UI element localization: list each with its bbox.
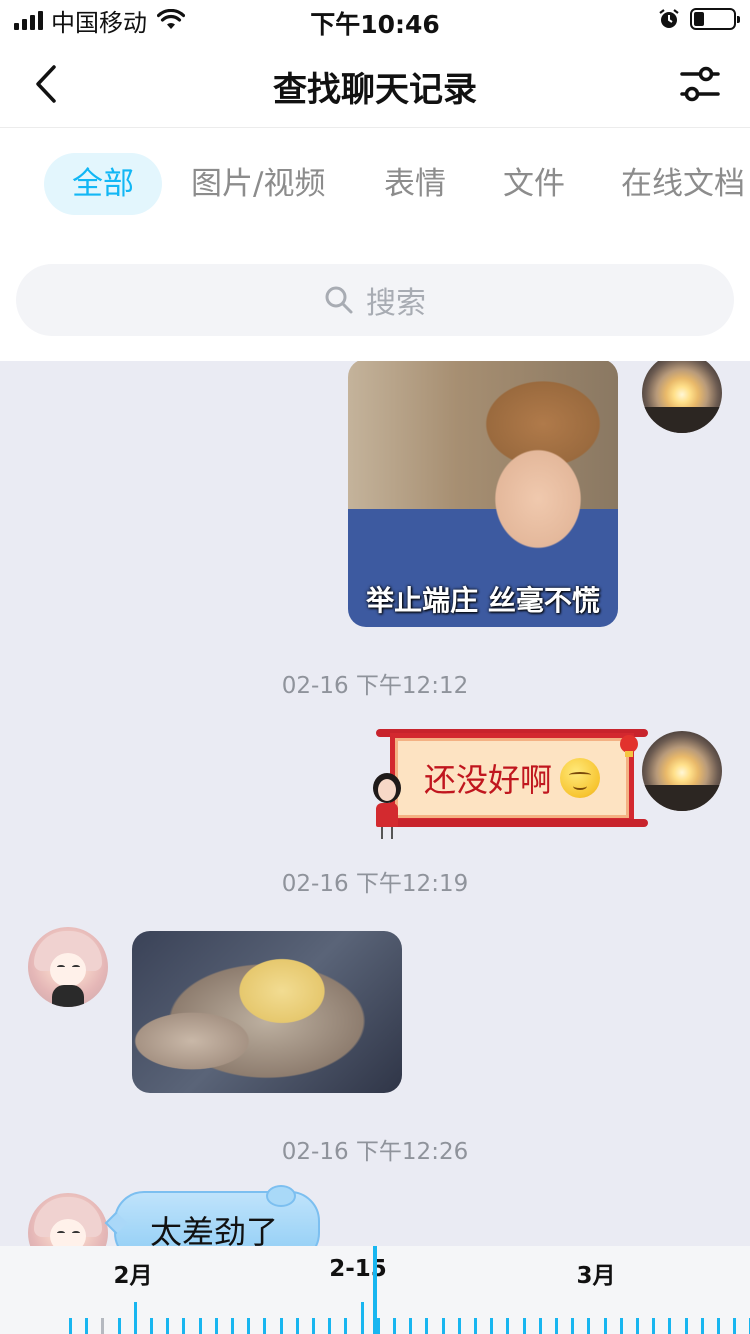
message-text: 太差劲了 bbox=[150, 1213, 279, 1246]
status-time: 下午10:46 bbox=[310, 10, 440, 39]
timeline-tick bbox=[604, 1318, 607, 1334]
alarm-icon bbox=[659, 9, 679, 28]
status-right bbox=[658, 8, 740, 30]
timeline-tick bbox=[231, 1318, 234, 1334]
avatar-self[interactable] bbox=[642, 361, 722, 433]
page-title: 查找聊天记录 bbox=[273, 70, 477, 110]
lantern-icon bbox=[620, 735, 638, 757]
timeline-tick bbox=[636, 1318, 639, 1334]
timeline-tick bbox=[296, 1318, 299, 1334]
timeline-label-feb: 2月 bbox=[113, 1263, 153, 1289]
bubble-ear-decoration bbox=[266, 1185, 296, 1207]
text-message-blue-bubble[interactable]: 太差劲了 bbox=[104, 1185, 320, 1246]
smile-emoji-icon bbox=[560, 758, 600, 798]
timeline-label-current: 2-15 bbox=[329, 1256, 387, 1282]
timeline-tick bbox=[474, 1318, 477, 1334]
timeline-tick bbox=[701, 1318, 704, 1334]
timeline-tick bbox=[247, 1318, 250, 1334]
timeline-tick bbox=[280, 1318, 283, 1334]
image-message-food[interactable] bbox=[132, 931, 402, 1093]
timeline-tick bbox=[199, 1318, 202, 1334]
text-message-scroll-bubble[interactable]: 还没好啊 bbox=[376, 729, 648, 827]
timeline-tick bbox=[555, 1318, 558, 1334]
avatar-contact[interactable] bbox=[28, 927, 108, 1007]
tab-images-videos[interactable]: 图片/视频 bbox=[191, 153, 325, 215]
timestamp: 02-16 下午12:19 bbox=[281, 871, 469, 897]
timeline-tick bbox=[166, 1318, 169, 1334]
filter-settings-icon[interactable] bbox=[674, 62, 726, 106]
avatar-contact[interactable] bbox=[28, 1193, 108, 1246]
timeline-tick bbox=[490, 1318, 493, 1334]
search-section: 搜索 bbox=[0, 239, 750, 361]
image-caption: 举止端庄 丝毫不慌 bbox=[366, 584, 600, 617]
search-icon bbox=[325, 286, 353, 314]
timeline-tick bbox=[328, 1318, 331, 1334]
scroll-paper: 还没好啊 bbox=[390, 733, 634, 823]
category-tabs: 全部 图片/视频 表情 文件 在线文档 bbox=[0, 129, 750, 239]
timeline-tick bbox=[571, 1318, 574, 1334]
timeline-tick bbox=[733, 1318, 736, 1334]
timeline-tick bbox=[652, 1318, 655, 1334]
battery-icon bbox=[690, 8, 740, 30]
tab-files[interactable]: 文件 bbox=[503, 153, 565, 215]
image-message-kid[interactable]: 举止端庄 丝毫不慌 bbox=[348, 361, 618, 627]
timeline-tick bbox=[409, 1318, 412, 1334]
timestamp: 02-16 下午12:12 bbox=[281, 673, 469, 699]
timeline-tick bbox=[539, 1318, 542, 1334]
timeline-tick bbox=[215, 1318, 218, 1334]
timeline-tick bbox=[182, 1318, 185, 1334]
battery-fill bbox=[694, 12, 704, 26]
timeline-tick bbox=[458, 1318, 461, 1334]
timeline-tick bbox=[150, 1318, 153, 1334]
search-input[interactable]: 搜索 bbox=[16, 264, 734, 336]
scroll-rod-bottom bbox=[376, 819, 648, 827]
search-placeholder: 搜索 bbox=[366, 286, 426, 321]
nav-bar: 查找聊天记录 bbox=[0, 40, 750, 128]
timeline-label-mar: 3月 bbox=[576, 1263, 616, 1289]
timeline-tick bbox=[263, 1318, 266, 1334]
timeline-tick bbox=[685, 1318, 688, 1334]
timeline-tick bbox=[506, 1318, 509, 1334]
timeline-tick bbox=[69, 1318, 72, 1334]
girl-sticker-icon bbox=[370, 773, 404, 839]
timeline-tick bbox=[361, 1302, 364, 1334]
timeline-tick bbox=[717, 1318, 720, 1334]
tab-all[interactable]: 全部 bbox=[44, 153, 162, 215]
timeline-tick bbox=[442, 1318, 445, 1334]
tab-online-docs[interactable]: 在线文档 bbox=[621, 153, 745, 215]
tab-stickers[interactable]: 表情 bbox=[384, 153, 446, 215]
timeline-tick bbox=[523, 1318, 526, 1334]
timeline-tick bbox=[587, 1318, 590, 1334]
bubble-tail bbox=[104, 1211, 128, 1235]
timeline-tick bbox=[620, 1318, 623, 1334]
timeline-tick bbox=[312, 1318, 315, 1334]
timeline-tick bbox=[377, 1318, 380, 1334]
timeline-tick bbox=[393, 1318, 396, 1334]
avatar-self[interactable] bbox=[642, 731, 722, 811]
timeline-tick bbox=[134, 1302, 137, 1334]
timeline-tick bbox=[118, 1318, 121, 1334]
timeline-tick bbox=[344, 1318, 347, 1334]
date-timeline-scrubber[interactable]: 2月 2-15 3月 bbox=[0, 1246, 750, 1334]
timeline-tick bbox=[85, 1318, 88, 1334]
message-text: 还没好啊 bbox=[423, 761, 552, 799]
status-bar: 中国移动 下午10:46 bbox=[0, 0, 750, 40]
chat-history[interactable]: 举止端庄 丝毫不慌 02-16 下午12:12 还没好啊 02-16 下午12:… bbox=[0, 361, 750, 1246]
timeline-tick bbox=[668, 1318, 671, 1334]
timestamp: 02-16 下午12:26 bbox=[281, 1139, 469, 1165]
timeline-tick bbox=[425, 1318, 428, 1334]
timeline-tick bbox=[101, 1318, 104, 1334]
